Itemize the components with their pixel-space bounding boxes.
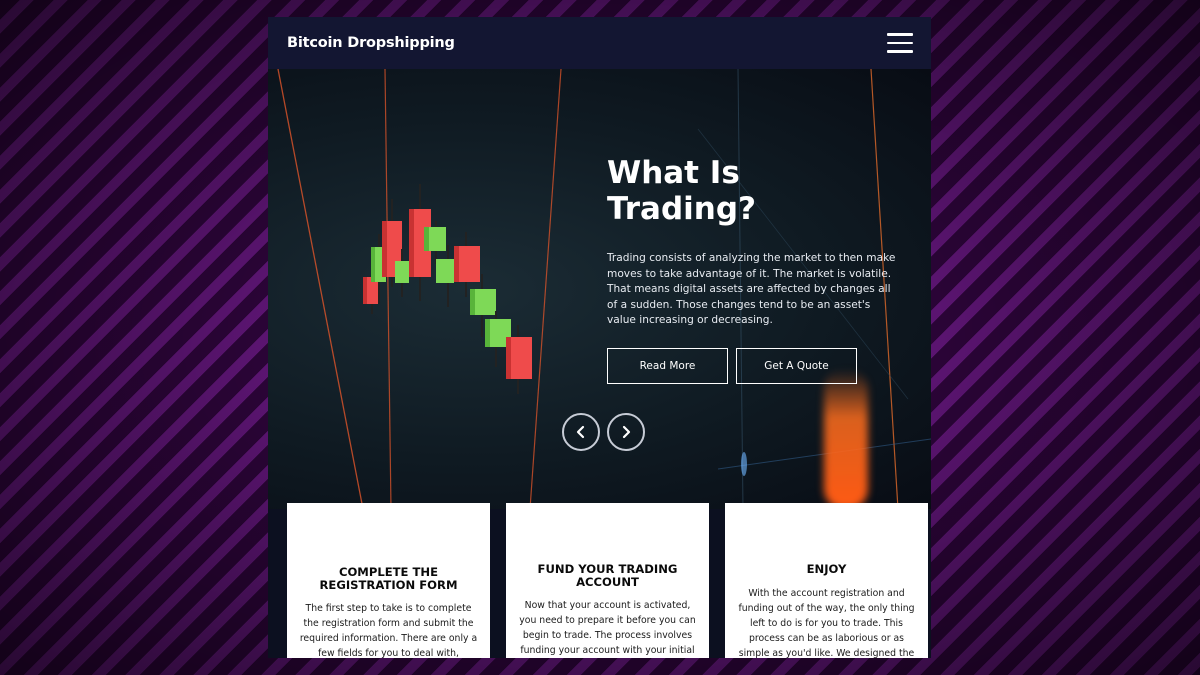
step-card-fund-account: FUND YOUR TRADING ACCOUNT Now that your … [506,503,709,658]
card-title: COMPLETE THE REGISTRATION FORM [319,565,458,592]
card-text: With the account registration and fundin… [738,587,915,659]
card-text: The first step to take is to complete th… [299,603,478,658]
hero-title: What Is Trading? [607,155,757,227]
step-card-enjoy: ENJOY With the account registration and … [725,503,928,658]
hero-slider: What Is Trading? Trading consists of ana… [268,69,931,509]
chevron-right-icon [622,425,631,439]
hamburger-line [887,41,913,45]
hamburger-line [887,50,913,53]
hamburger-menu-icon[interactable] [887,33,913,53]
card-title: FUND YOUR TRADING ACCOUNT [537,562,678,589]
website-frame: Bitcoin Dropshipping What Is Trading? Tr… [268,17,931,658]
brand-logo-text[interactable]: Bitcoin Dropshipping [287,35,455,51]
card-text: Now that your account is activated, you … [519,600,696,656]
orange-light-glow [824,369,868,509]
hamburger-line [887,33,913,36]
get-a-quote-button[interactable]: Get A Quote [736,348,857,384]
read-more-button[interactable]: Read More [607,348,728,384]
navbar: Bitcoin Dropshipping [268,17,931,69]
hero-description: Trading consists of analyzing the market… [607,252,896,327]
card-title: ENJOY [806,562,847,576]
step-card-registration: COMPLETE THE REGISTRATION FORM The first… [287,503,490,658]
chevron-left-icon [576,425,585,439]
slider-prev-button[interactable] [562,413,600,451]
slider-next-button[interactable] [607,413,645,451]
